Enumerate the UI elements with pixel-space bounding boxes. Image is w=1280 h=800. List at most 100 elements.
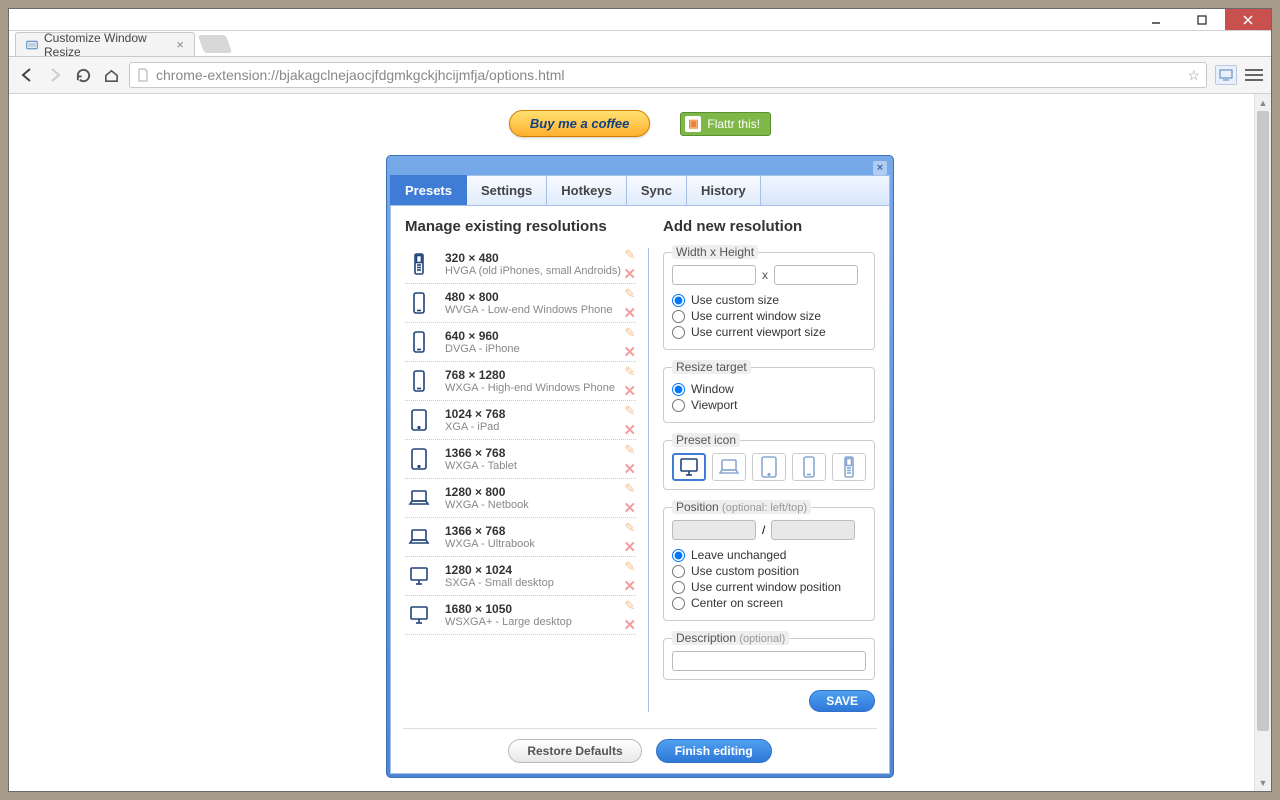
position-option[interactable]: Use current window position [672,580,866,594]
position-radio[interactable] [672,565,685,578]
target-radio[interactable] [672,383,685,396]
restore-defaults-button[interactable]: Restore Defaults [508,739,641,763]
resolution-item[interactable]: 320 × 480HVGA (old iPhones, small Androi… [405,245,636,284]
chrome-menu-button[interactable] [1245,69,1263,81]
tab-settings[interactable]: Settings [467,175,547,205]
wh-legend: Width x Height [672,245,758,259]
target-option[interactable]: Viewport [672,398,866,412]
edit-icon[interactable]: ✎ [624,598,635,614]
resolution-description: DVGA - iPhone [445,343,636,355]
size-radio[interactable] [672,294,685,307]
edit-icon[interactable]: ✎ [624,559,635,575]
smartphone-icon [405,291,433,315]
resolution-item[interactable]: 1280 × 1024SXGA - Small desktop✎✕ [405,557,636,596]
width-input[interactable] [672,265,756,285]
column-divider [648,248,649,712]
delete-icon[interactable]: ✕ [624,421,637,439]
position-option[interactable]: Use custom position [672,564,866,578]
home-button[interactable] [101,65,121,85]
position-left-input[interactable] [672,520,756,540]
delete-icon[interactable]: ✕ [624,499,637,517]
address-bar[interactable]: chrome-extension://bjakagclnejaocjfdgmkg… [129,62,1207,88]
target-radio[interactable] [672,399,685,412]
edit-icon[interactable]: ✎ [624,325,635,341]
scroll-down-icon[interactable]: ▼ [1255,774,1271,791]
edit-icon[interactable]: ✎ [624,442,635,458]
tab-sync[interactable]: Sync [627,175,687,205]
edit-icon[interactable]: ✎ [624,520,635,536]
resolution-item[interactable]: 1280 × 800WXGA - Netbook✎✕ [405,479,636,518]
tab-hotkeys[interactable]: Hotkeys [547,175,627,205]
size-radio[interactable] [672,310,685,323]
flattr-button[interactable]: ▣Flattr this! [680,112,771,136]
tab-close-icon[interactable]: × [176,37,184,52]
preset-icon-fieldset: Preset icon [663,433,875,490]
edit-icon[interactable]: ✎ [624,403,635,419]
position-separator: / [762,523,765,537]
resolution-item[interactable]: 640 × 960DVGA - iPhone✎✕ [405,323,636,362]
preset-icon-desktop[interactable] [672,453,706,481]
resolution-item[interactable]: 1024 × 768XGA - iPad✎✕ [405,401,636,440]
preset-icon-smartphone[interactable] [792,453,826,481]
preset-icon-feature-phone[interactable] [832,453,866,481]
preset-icon-tablet[interactable] [752,453,786,481]
description-input[interactable] [672,651,866,671]
window-minimize-button[interactable] [1133,9,1179,30]
panel-close-button[interactable]: × [873,161,887,175]
resolution-item[interactable]: 1680 × 1050WSXGA+ - Large desktop✎✕ [405,596,636,635]
delete-icon[interactable]: ✕ [624,577,637,595]
position-radio[interactable] [672,597,685,610]
bookmark-star-icon[interactable]: ☆ [1187,67,1200,84]
size-option[interactable]: Use current window size [672,309,866,323]
forward-button[interactable] [45,65,65,85]
delete-icon[interactable]: ✕ [624,616,637,634]
window-close-button[interactable] [1225,9,1271,30]
height-input[interactable] [774,265,858,285]
wh-separator: x [762,268,768,282]
tab-history[interactable]: History [687,175,761,205]
position-option[interactable]: Leave unchanged [672,548,866,562]
manage-heading: Manage existing resolutions [405,218,636,235]
delete-icon[interactable]: ✕ [624,265,637,283]
new-tab-button[interactable] [198,35,233,53]
tab-presets[interactable]: Presets [390,175,467,205]
back-button[interactable] [17,65,37,85]
position-radio[interactable] [672,581,685,594]
position-label: Use custom position [691,564,799,578]
resolution-item[interactable]: 1366 × 768WXGA - Tablet✎✕ [405,440,636,479]
feature-phone-icon [405,252,433,276]
browser-tab[interactable]: Customize Window Resize × [15,32,195,56]
resolution-item[interactable]: 768 × 1280WXGA - High-end Windows Phone✎… [405,362,636,401]
scroll-up-icon[interactable]: ▲ [1255,94,1271,111]
save-button[interactable]: SAVE [809,690,875,712]
edit-icon[interactable]: ✎ [624,364,635,380]
delete-icon[interactable]: ✕ [624,343,637,361]
edit-icon[interactable]: ✎ [624,247,635,263]
tab-favicon-icon [26,38,38,52]
edit-icon[interactable]: ✎ [624,286,635,302]
resolution-item[interactable]: 480 × 800WVGA - Low-end Windows Phone✎✕ [405,284,636,323]
target-option[interactable]: Window [672,382,866,396]
size-option[interactable]: Use custom size [672,293,866,307]
add-heading: Add new resolution [663,218,875,235]
extension-icon[interactable] [1215,65,1237,85]
position-top-input[interactable] [771,520,855,540]
delete-icon[interactable]: ✕ [624,460,637,478]
preset-icon-laptop[interactable] [712,453,746,481]
position-radio[interactable] [672,549,685,562]
scroll-thumb[interactable] [1257,111,1269,731]
size-radio[interactable] [672,326,685,339]
delete-icon[interactable]: ✕ [624,538,637,556]
desktop-icon [405,603,433,627]
size-option[interactable]: Use current viewport size [672,325,866,339]
resolution-item[interactable]: 1366 × 768WXGA - Ultrabook✎✕ [405,518,636,557]
edit-icon[interactable]: ✎ [624,481,635,497]
delete-icon[interactable]: ✕ [624,382,637,400]
window-maximize-button[interactable] [1179,9,1225,30]
vertical-scrollbar[interactable]: ▲ ▼ [1254,94,1271,791]
reload-button[interactable] [73,65,93,85]
finish-editing-button[interactable]: Finish editing [656,739,772,763]
buy-coffee-button[interactable]: Buy me a coffee [509,110,650,137]
position-option[interactable]: Center on screen [672,596,866,610]
delete-icon[interactable]: ✕ [624,304,637,322]
